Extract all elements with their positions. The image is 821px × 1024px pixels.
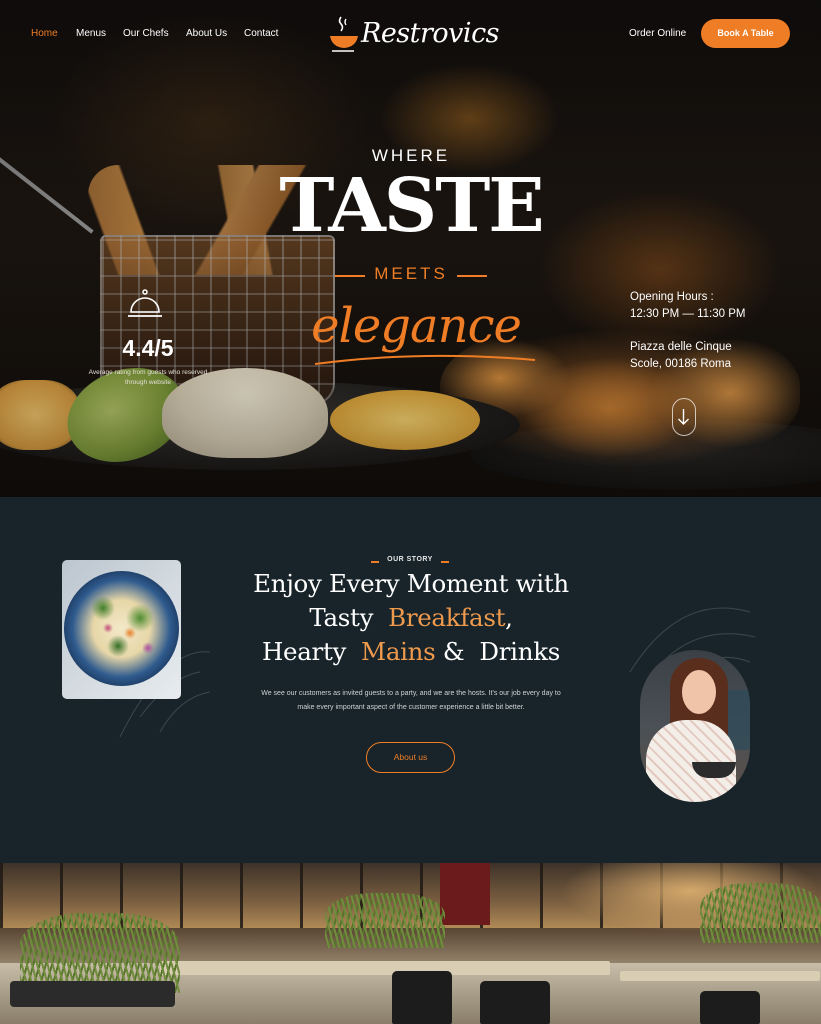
hero-taste: TASTE xyxy=(279,163,544,249)
nav-contact[interactable]: Contact xyxy=(244,28,278,39)
heading-comma: , xyxy=(505,603,513,632)
address-line-2: Scole, 00186 Roma xyxy=(630,358,732,370)
order-online-link[interactable]: Order Online xyxy=(629,28,686,39)
rating-note: Average rating from guests who reserved … xyxy=(88,369,208,386)
story-description: We see our customers as invited guests t… xyxy=(261,690,561,711)
nav-menus[interactable]: Menus xyxy=(76,28,106,39)
meets-line-right xyxy=(457,275,487,277)
hero-meets-row: MEETS xyxy=(335,264,487,288)
salad-bowl-image xyxy=(62,560,181,699)
woman-face xyxy=(682,670,716,714)
heading-mains: Mains xyxy=(361,637,436,666)
heading-tasty: Tasty xyxy=(309,603,374,632)
heading-drinks: Drinks xyxy=(479,637,561,666)
interior-table xyxy=(160,961,610,975)
book-table-button[interactable]: Book A Table xyxy=(701,19,790,48)
about-us-button[interactable]: About us xyxy=(366,742,455,773)
interior-planter-left xyxy=(10,981,175,1007)
cloche-icon xyxy=(128,289,162,317)
nav-our-chefs[interactable]: Our Chefs xyxy=(123,28,169,39)
opening-hours-label: Opening Hours : xyxy=(630,291,714,303)
interior-plant-center xyxy=(325,893,445,948)
bowl-greens xyxy=(78,588,164,668)
interior-chair-1 xyxy=(392,971,452,1024)
hero-meets: MEETS xyxy=(374,264,448,283)
interior-red-panel xyxy=(440,863,490,925)
our-story-section: OUR STORY Enjoy Every Moment with Tasty … xyxy=(0,497,821,863)
heading-line-1: Enjoy Every Moment with xyxy=(253,569,569,598)
woman-dining-image xyxy=(640,650,750,802)
heading-breakfast: Breakfast xyxy=(388,603,506,632)
story-heading: Enjoy Every Moment with Tasty Breakfast,… xyxy=(232,567,590,669)
interior-table-right xyxy=(620,971,820,981)
heading-hearty: Hearty xyxy=(261,637,347,666)
arrow-down-icon xyxy=(678,409,689,425)
address-line-1: Piazza delle Cinque xyxy=(630,341,732,353)
our-story-label: OUR STORY xyxy=(387,556,433,563)
heading-amp: & xyxy=(442,637,465,666)
restaurant-interior-image xyxy=(0,863,821,1024)
rating-value: 4.4/5 xyxy=(122,335,174,361)
bowl-logo-icon xyxy=(330,16,358,52)
brand-logo[interactable]: Restrovics xyxy=(327,12,500,60)
interior-chair-2 xyxy=(480,981,550,1024)
woman-body xyxy=(646,720,736,802)
brand-name: Restrovics xyxy=(361,18,500,49)
nav-home[interactable]: Home xyxy=(31,28,58,39)
elegance-swash xyxy=(314,354,536,365)
scroll-down-button[interactable] xyxy=(672,398,696,436)
opening-hours: 12:30 PM — 11:30 PM xyxy=(630,308,746,320)
interior-chair-3 xyxy=(700,991,760,1024)
interior-plant-right xyxy=(700,883,821,943)
nav-about-us[interactable]: About Us xyxy=(186,28,227,39)
hero-section: Home Menus Our Chefs About Us Contact Re… xyxy=(0,0,821,497)
story-dash-right xyxy=(441,561,449,563)
